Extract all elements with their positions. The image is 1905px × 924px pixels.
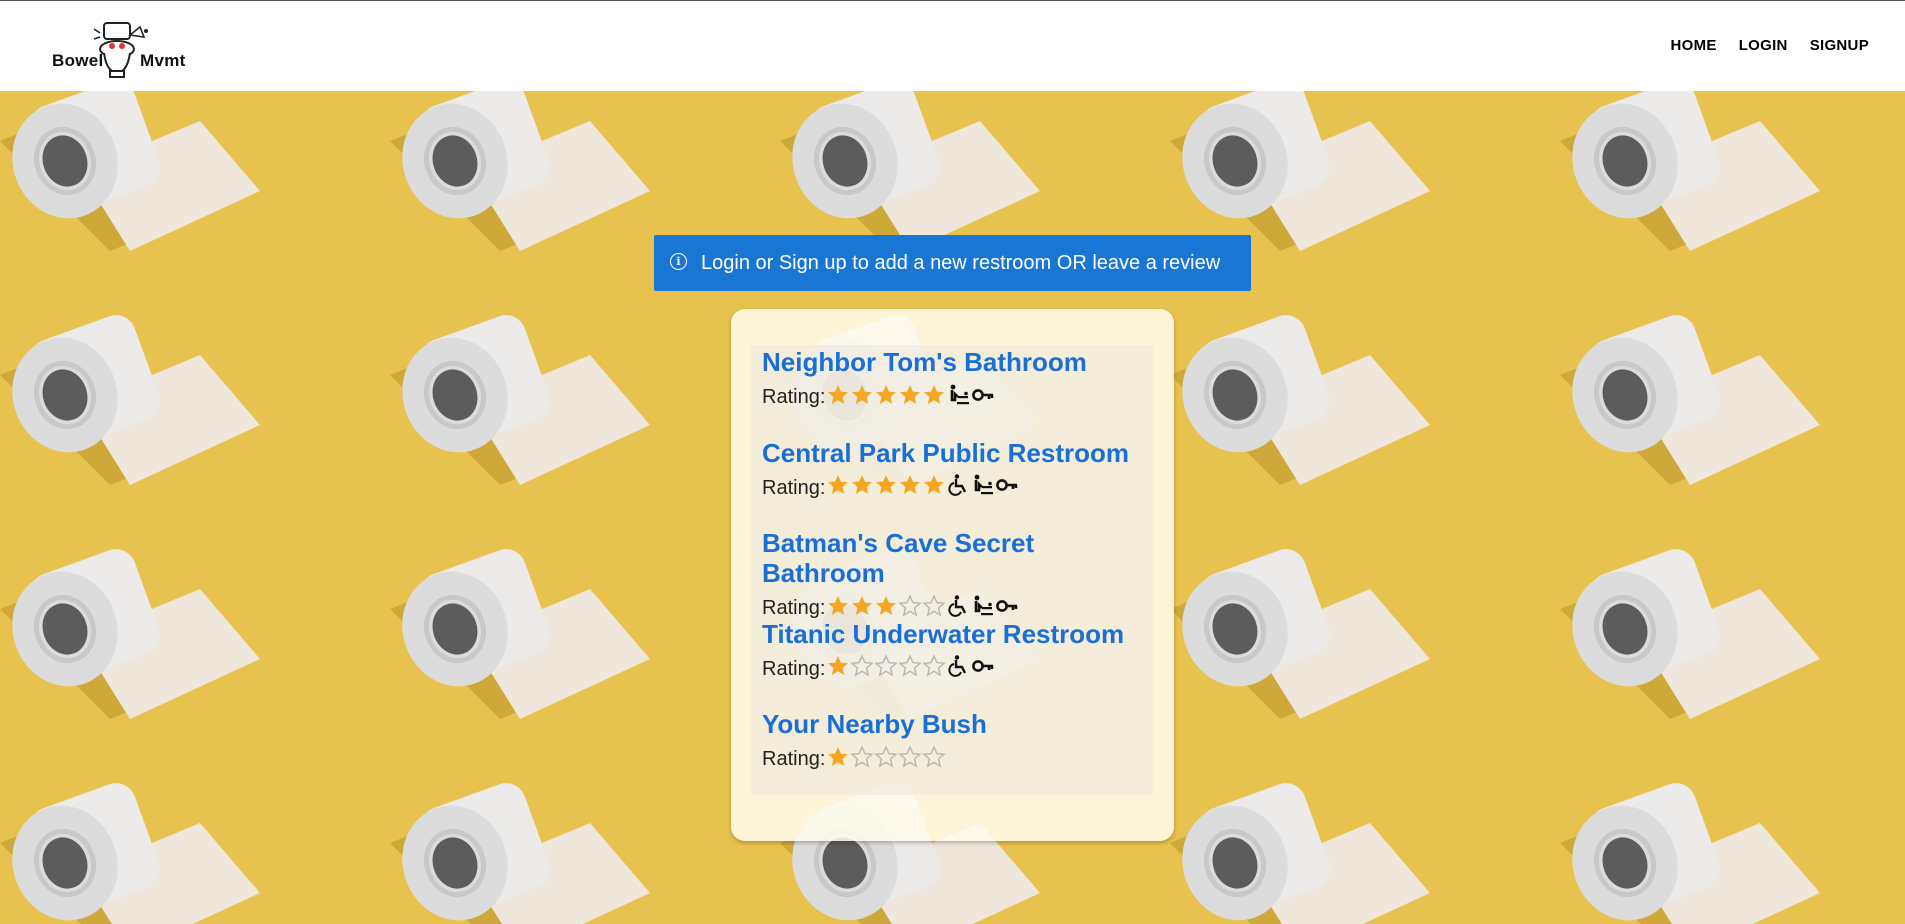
star-empty-icon [898, 744, 923, 767]
rating-label: Rating: [762, 748, 826, 770]
star-empty-icon [922, 593, 947, 616]
star-filled-icon [852, 595, 873, 615]
star-empty-icon [898, 654, 923, 677]
wheelchair-icon [948, 474, 967, 496]
main-nav: HOME LOGIN SIGNUP [1670, 37, 1869, 54]
star-empty-icon [874, 744, 899, 767]
star-empty-icon [850, 744, 875, 767]
wheelchair-icon [948, 594, 967, 617]
star-filled-icon [828, 475, 849, 494]
wheelchair-icon [948, 655, 967, 677]
hero-section: i Login or Sign up to add a new restroom… [0, 91, 1905, 924]
star-filled-icon [876, 384, 897, 404]
alert-message: Login or Sign up to add a new restroom O… [701, 251, 1221, 274]
rating-row: Rating: [762, 591, 1162, 620]
star-filled-icon [852, 384, 873, 404]
amenity-icons [947, 473, 1019, 497]
restroom-list-item: Titanic Underwater Restroom Rating: [762, 619, 1162, 710]
rating-label: Rating: [762, 657, 826, 680]
site-logo[interactable]: Bowel Mvmt [50, 21, 190, 81]
star-filled-icon [828, 384, 849, 404]
star-filled-icon [900, 475, 921, 494]
restroom-list-card: Neighbor Tom's Bathroom Rating: Central Pa… [731, 309, 1174, 841]
nav-signup-link[interactable]: SIGNUP [1810, 37, 1869, 54]
star-empty-icon [850, 654, 875, 677]
rating-label: Rating: [762, 597, 826, 619]
star-rating [826, 744, 947, 769]
key-icon [996, 479, 1018, 491]
restroom-list-item: Batman's Cave Secret Bathroom Rating: [762, 528, 1162, 619]
rating-label: Rating: [762, 476, 826, 499]
top-nav-bar: Bowel Mvmt HOME LOGIN SIGNUP [0, 0, 1905, 91]
star-filled-icon [828, 746, 849, 766]
rating-row: Rating: [762, 652, 1162, 681]
rating-label: Rating: [762, 386, 826, 408]
star-filled-icon [828, 656, 849, 675]
restroom-list-item: Neighbor Tom's Bathroom Rating: [762, 347, 1162, 438]
restroom-name-link[interactable]: Central Park Public Restroom [762, 438, 1162, 468]
star-filled-icon [924, 475, 945, 494]
baby-changing-icon [974, 595, 994, 615]
amenity-icons [947, 383, 995, 407]
restroom-name-link[interactable]: Batman's Cave Secret Bathroom [762, 528, 1162, 588]
baby-changing-icon [950, 384, 970, 404]
rating-row: Rating: [762, 471, 1162, 500]
restroom-name-link[interactable]: Your Nearby Bush [762, 709, 1162, 739]
star-empty-icon [874, 654, 899, 677]
star-filled-icon [924, 384, 945, 404]
key-icon [996, 599, 1018, 612]
restroom-list-item: Central Park Public Restroom Rating: [762, 438, 1162, 529]
restroom-list-item: Your Nearby Bush Rating: [762, 709, 1162, 800]
nav-login-link[interactable]: LOGIN [1739, 37, 1788, 54]
star-rating [826, 473, 946, 497]
star-rating [826, 593, 947, 618]
star-rating [826, 383, 946, 407]
key-icon [972, 388, 994, 401]
restroom-list: Neighbor Tom's Bathroom Rating: Central Pa… [762, 347, 1162, 800]
baby-changing-icon [974, 474, 994, 495]
star-empty-icon [922, 744, 947, 767]
nav-home-link[interactable]: HOME [1670, 37, 1716, 54]
amenity-icons [947, 654, 995, 678]
star-filled-icon [876, 595, 897, 615]
star-filled-icon [828, 595, 849, 615]
star-filled-icon [876, 475, 897, 494]
rating-row: Rating: [762, 742, 1162, 771]
star-empty-icon [922, 654, 947, 677]
key-icon [972, 660, 994, 672]
logo-text-left: Bowel [52, 51, 104, 70]
rating-row: Rating: [762, 380, 1162, 409]
star-empty-icon [898, 593, 923, 616]
star-filled-icon [900, 384, 921, 404]
restroom-name-link[interactable]: Neighbor Tom's Bathroom [762, 347, 1162, 377]
logo-text-right: Mvmt [140, 51, 186, 70]
amenity-icons [947, 594, 1019, 618]
login-prompt-alert: i Login or Sign up to add a new restroom… [654, 235, 1251, 291]
info-icon: i [670, 252, 687, 270]
star-filled-icon [852, 475, 873, 494]
restroom-name-link[interactable]: Titanic Underwater Restroom [762, 619, 1162, 649]
star-rating [826, 654, 947, 678]
